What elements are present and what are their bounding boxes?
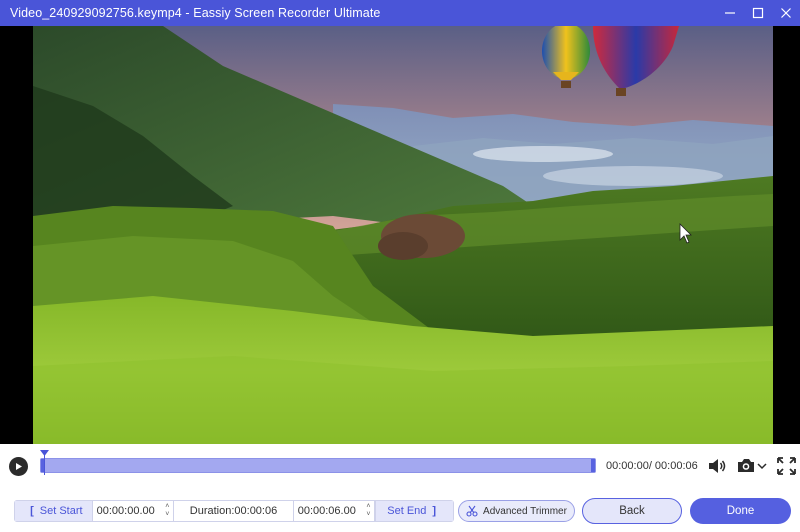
chevron-down-icon (757, 463, 767, 470)
fullscreen-button[interactable] (777, 457, 796, 475)
playback-bar: 00:00:00/ 00:00:06 (0, 444, 800, 488)
trim-end-handle[interactable] (591, 459, 595, 472)
playhead-marker-icon (40, 450, 49, 475)
time-readout: 00:00:00/ 00:00:06 (606, 460, 698, 472)
back-button[interactable]: Back (582, 498, 682, 524)
video-preview-area[interactable] (0, 26, 800, 444)
start-time-field: ˄ ˅ (93, 501, 175, 521)
duration-display: Duration:00:00:06 (174, 501, 294, 521)
set-start-label: Set Start (39, 505, 83, 517)
timeline-track[interactable] (40, 458, 596, 473)
close-button[interactable] (772, 0, 800, 26)
fullscreen-icon (777, 457, 796, 475)
play-button[interactable] (9, 457, 28, 476)
minimize-icon (725, 12, 735, 14)
window-controls (716, 0, 800, 26)
end-time-input[interactable] (297, 505, 362, 517)
spinner-down-icon[interactable]: ˅ (165, 511, 169, 519)
volume-button[interactable] (707, 457, 727, 475)
start-time-input[interactable] (96, 505, 161, 517)
spinner-up-icon[interactable]: ˄ (165, 503, 169, 511)
scissors-icon (466, 505, 478, 517)
video-frame[interactable] (33, 26, 773, 444)
advanced-trimmer-button[interactable]: Advanced Trimmer (458, 500, 575, 522)
set-start-button[interactable]: [ Set Start (15, 501, 93, 521)
trim-group: [ Set Start ˄ ˅ Duration:00:00:06 ˄ ˅ Se… (14, 500, 454, 522)
playhead[interactable] (40, 450, 49, 480)
set-end-label: Set End (387, 505, 427, 517)
spinner-down-icon[interactable]: ˅ (366, 511, 370, 519)
minimize-button[interactable] (716, 0, 744, 26)
camera-icon (738, 459, 754, 472)
right-bracket-icon: ] (432, 505, 437, 517)
maximize-icon (752, 7, 764, 19)
snapshot-options-button[interactable] (757, 457, 767, 475)
window-title: Video_240929092756.keymp4 - Eassiy Scree… (10, 6, 381, 20)
done-button[interactable]: Done (690, 498, 791, 524)
landscape-preview (33, 26, 773, 444)
start-time-spinner[interactable]: ˄ ˅ (161, 501, 173, 521)
volume-icon (709, 459, 726, 473)
set-end-button[interactable]: Set End ] (375, 501, 453, 521)
end-time-field: ˄ ˅ (294, 501, 376, 521)
end-time-spinner[interactable]: ˄ ˅ (362, 501, 374, 521)
trim-controls: [ Set Start ˄ ˅ Duration:00:00:06 ˄ ˅ Se… (0, 488, 800, 532)
close-icon (781, 8, 791, 18)
advanced-trimmer-label: Advanced Trimmer (483, 505, 567, 517)
play-icon (16, 463, 22, 470)
title-bar: Video_240929092756.keymp4 - Eassiy Scree… (0, 0, 800, 26)
spinner-up-icon[interactable]: ˄ (366, 503, 370, 511)
left-bracket-icon: [ (30, 505, 34, 517)
maximize-button[interactable] (744, 0, 772, 26)
snapshot-button[interactable] (736, 457, 756, 475)
